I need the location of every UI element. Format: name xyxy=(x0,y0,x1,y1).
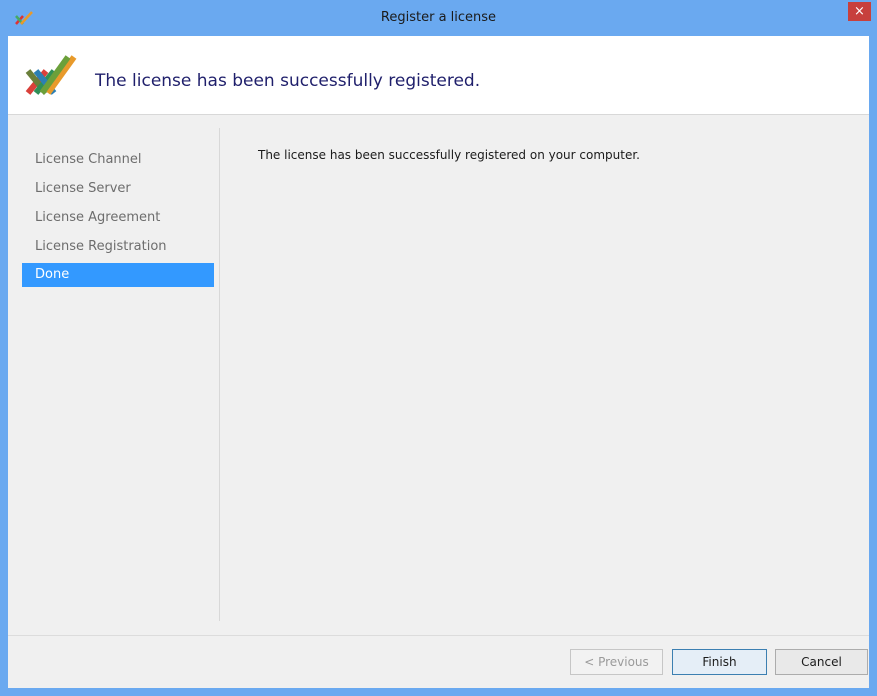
finish-button[interactable]: Finish xyxy=(672,649,767,675)
step-done[interactable]: Done xyxy=(22,263,214,287)
step-license-server[interactable]: License Server xyxy=(22,177,214,201)
previous-button[interactable]: < Previous xyxy=(570,649,663,675)
footer-divider xyxy=(8,635,869,636)
wizard-header: The license has been successfully regist… xyxy=(8,36,869,115)
title-bar[interactable]: Register a license × xyxy=(0,0,877,36)
product-logo-icon xyxy=(25,55,77,95)
dialog-body: The license has been successfully regist… xyxy=(8,36,869,688)
sidebar-divider xyxy=(219,128,220,621)
success-message: The license has been successfully regist… xyxy=(258,148,640,162)
step-license-agreement[interactable]: License Agreement xyxy=(22,206,214,230)
wizard-steps: License Channel License Server License A… xyxy=(8,115,220,625)
close-button[interactable]: × xyxy=(848,2,871,21)
dialog-window: Register a license × The license has bee… xyxy=(0,0,877,696)
step-license-channel[interactable]: License Channel xyxy=(22,148,214,172)
step-license-registration[interactable]: License Registration xyxy=(22,235,214,259)
cancel-button[interactable]: Cancel xyxy=(775,649,868,675)
header-title: The license has been successfully regist… xyxy=(95,71,481,91)
window-title: Register a license xyxy=(380,10,497,25)
